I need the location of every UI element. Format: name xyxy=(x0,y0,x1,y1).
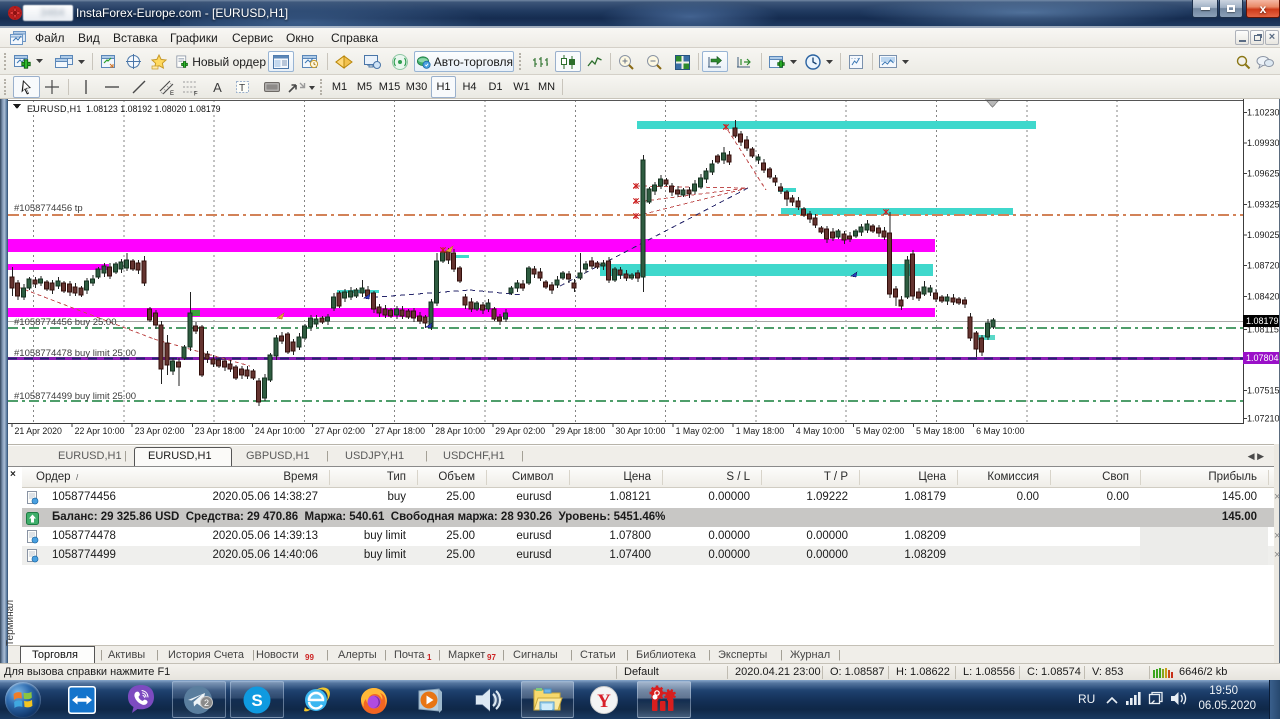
svg-text:23 Apr 18:00: 23 Apr 18:00 xyxy=(195,426,245,436)
svg-text:1.07804: 1.07804 xyxy=(1246,353,1279,363)
svg-text:6 May 10:00: 6 May 10:00 xyxy=(976,426,1025,436)
svg-text:23 Apr 02:00: 23 Apr 02:00 xyxy=(135,426,185,436)
svg-text:EURUSD,H1: EURUSD,H1 xyxy=(27,104,82,114)
svg-text:21 Apr 2020: 21 Apr 2020 xyxy=(15,426,63,436)
svg-text:22 Apr 10:00: 22 Apr 10:00 xyxy=(75,426,125,436)
svg-text:S: S xyxy=(251,691,262,710)
svg-text:1.10230: 1.10230 xyxy=(1247,108,1280,118)
svg-text:1.07515: 1.07515 xyxy=(1247,386,1280,396)
svg-text:27 Apr 18:00: 27 Apr 18:00 xyxy=(375,426,425,436)
svg-text:1.08720: 1.08720 xyxy=(1247,261,1280,271)
svg-text:1.08123 1.08192 1.08020 1.0817: 1.08123 1.08192 1.08020 1.08179 xyxy=(86,104,221,114)
svg-text:1.09625: 1.09625 xyxy=(1247,169,1280,179)
svg-text:1.09025: 1.09025 xyxy=(1247,230,1280,240)
svg-text:29 Apr 18:00: 29 Apr 18:00 xyxy=(555,426,605,436)
svg-text:30 Apr 10:00: 30 Apr 10:00 xyxy=(616,426,666,436)
svg-text:1 May 18:00: 1 May 18:00 xyxy=(736,426,785,436)
svg-text:#1058774456 tp: #1058774456 tp xyxy=(14,203,83,214)
svg-text:1.09930: 1.09930 xyxy=(1247,138,1280,148)
svg-text:1.09325: 1.09325 xyxy=(1247,200,1280,210)
svg-text:1.08179: 1.08179 xyxy=(1246,316,1279,326)
svg-text:1.08420: 1.08420 xyxy=(1247,292,1280,302)
svg-text:1.07210: 1.07210 xyxy=(1247,414,1280,424)
svg-text:28 Apr 10:00: 28 Apr 10:00 xyxy=(435,426,485,436)
svg-text:Y: Y xyxy=(597,691,611,712)
svg-text:F: F xyxy=(194,91,198,96)
svg-text:29 Apr 02:00: 29 Apr 02:00 xyxy=(495,426,545,436)
svg-text:#1058774478 buy limit 25.00: #1058774478 buy limit 25.00 xyxy=(14,348,136,359)
svg-text:5 May 18:00: 5 May 18:00 xyxy=(916,426,965,436)
svg-text:4 May 10:00: 4 May 10:00 xyxy=(796,426,845,436)
svg-text:27 Apr 02:00: 27 Apr 02:00 xyxy=(315,426,365,436)
svg-text:T: T xyxy=(239,83,245,94)
svg-text:E: E xyxy=(170,91,174,96)
svg-text:#1058774499 buy limit 25.00: #1058774499 buy limit 25.00 xyxy=(14,391,136,402)
svg-text:24 Apr 10:00: 24 Apr 10:00 xyxy=(255,426,305,436)
svg-text:5 May 02:00: 5 May 02:00 xyxy=(856,426,905,436)
svg-text:#1058774456 buy 25.00: #1058774456 buy 25.00 xyxy=(14,317,117,328)
svg-text:1 May 02:00: 1 May 02:00 xyxy=(676,426,725,436)
